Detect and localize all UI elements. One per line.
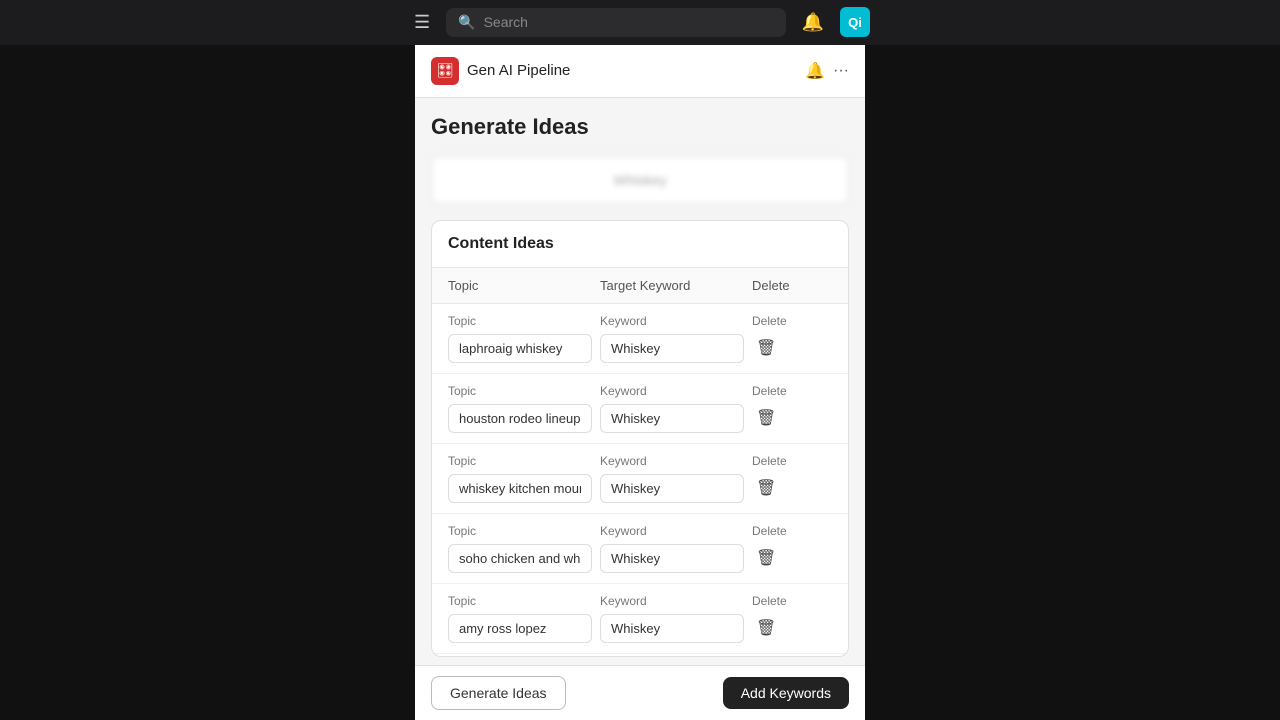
topic-label-1: Topic [448, 384, 600, 398]
delete-label-0: Delete [752, 314, 832, 328]
top-nav: ☰ 🔍 🔔 Qi [0, 0, 1280, 45]
delete-label-2: Delete [752, 454, 832, 468]
panel-brand: 🎛 Gen AI Pipeline [431, 57, 570, 85]
keyword-label-1: Keyword [600, 384, 752, 398]
delete-button-3[interactable]: 🗑 [752, 544, 780, 572]
avatar[interactable]: Qi [840, 7, 870, 37]
keyword-input-4[interactable] [600, 614, 744, 643]
panel-header-actions: 🔔 ··· [805, 61, 849, 81]
bell-icon: 🔔 [802, 12, 824, 32]
topic-input-0[interactable] [448, 334, 592, 363]
table-row: Topic Keyword Delete 🗑 [432, 444, 848, 514]
delete-area-3: 🗑 [752, 544, 832, 572]
hamburger-icon: ☰ [414, 12, 430, 33]
delete-area-4: 🗑 [752, 614, 832, 642]
brand-name: Gen AI Pipeline [467, 62, 570, 79]
topic-input-1[interactable] [448, 404, 592, 433]
brand-icon: 🎛 [431, 57, 459, 85]
table-row: Topic Keyword Delete 🗑 [432, 584, 848, 654]
hamburger-button[interactable]: ☰ [410, 8, 434, 37]
delete-label-3: Delete [752, 524, 832, 538]
trash-icon-2: 🗑 [756, 478, 776, 498]
keyword-input-3[interactable] [600, 544, 744, 573]
delete-button-1[interactable]: 🗑 [752, 404, 780, 432]
notifications-button[interactable]: 🔔 [798, 8, 828, 37]
keyword-label-4: Keyword [600, 594, 752, 608]
table-header: Topic Target Keyword Delete [432, 268, 848, 304]
page-title-area: Generate Ideas [415, 98, 865, 148]
delete-button-2[interactable]: 🗑 [752, 474, 780, 502]
topic-input-4[interactable] [448, 614, 592, 643]
panel-notifications-button[interactable]: 🔔 [805, 61, 825, 81]
keyword-label-0: Keyword [600, 314, 752, 328]
delete-button-4[interactable]: 🗑 [752, 614, 780, 642]
table-rows-container: Topic Keyword Delete 🗑 Topic Keyword Del… [432, 304, 848, 657]
blurred-content: Whiskey [614, 172, 667, 188]
top-nav-inner: ☰ 🔍 🔔 Qi [410, 7, 870, 37]
generate-ideas-button[interactable]: Generate Ideas [431, 676, 566, 710]
topic-label-2: Topic [448, 454, 600, 468]
panel-header: 🎛 Gen AI Pipeline 🔔 ··· [415, 45, 865, 98]
trash-icon-4: 🗑 [756, 618, 776, 638]
trash-icon-0: 🗑 [756, 338, 776, 358]
add-keywords-button[interactable]: Add Keywords [723, 677, 849, 709]
content-ideas-card: Content Ideas Topic Target Keyword Delet… [431, 220, 849, 657]
keyword-input-2[interactable] [600, 474, 744, 503]
search-icon: 🔍 [458, 14, 475, 31]
delete-area-1: 🗑 [752, 404, 832, 432]
blurred-input-area: Whiskey [431, 156, 849, 204]
page-title: Generate Ideas [431, 114, 849, 140]
col-topic-header: Topic [448, 278, 600, 293]
topic-label-4: Topic [448, 594, 600, 608]
topic-input-3[interactable] [448, 544, 592, 573]
topic-label-0: Topic [448, 314, 600, 328]
delete-label-4: Delete [752, 594, 832, 608]
search-bar-container: 🔍 [446, 8, 785, 37]
col-delete-header: Delete [752, 278, 832, 293]
delete-area-2: 🗑 [752, 474, 832, 502]
table-row: Topic Keyword Delete 🗑 [432, 654, 848, 657]
table-row: Topic Keyword Delete 🗑 [432, 304, 848, 374]
ellipsis-icon: ··· [833, 62, 849, 79]
panel-more-button[interactable]: ··· [833, 62, 849, 80]
bottom-action-bar: Generate Ideas Add Keywords [415, 665, 865, 720]
trash-icon-3: 🗑 [756, 548, 776, 568]
main-panel: 🎛 Gen AI Pipeline 🔔 ··· Generate Ideas W… [415, 45, 865, 720]
table-row: Topic Keyword Delete 🗑 [432, 374, 848, 444]
table-row: Topic Keyword Delete 🗑 [432, 514, 848, 584]
delete-label-1: Delete [752, 384, 832, 398]
content-ideas-header: Content Ideas [432, 221, 848, 268]
trash-icon-1: 🗑 [756, 408, 776, 428]
keyword-input-1[interactable] [600, 404, 744, 433]
search-input[interactable] [484, 14, 774, 30]
delete-button-0[interactable]: 🗑 [752, 334, 780, 362]
topic-input-2[interactable] [448, 474, 592, 503]
topic-label-3: Topic [448, 524, 600, 538]
col-keyword-header: Target Keyword [600, 278, 752, 293]
panel-bell-icon: 🔔 [805, 63, 825, 80]
delete-area-0: 🗑 [752, 334, 832, 362]
keyword-label-2: Keyword [600, 454, 752, 468]
keyword-label-3: Keyword [600, 524, 752, 538]
keyword-input-0[interactable] [600, 334, 744, 363]
app-wrapper: ☰ 🔍 🔔 Qi 🎛 Gen AI Pipeline 🔔 [0, 0, 1280, 720]
